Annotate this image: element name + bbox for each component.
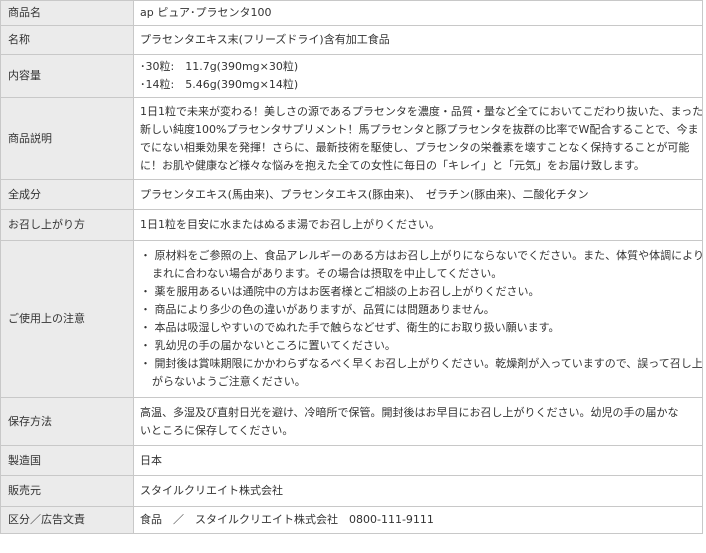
- value-how-to-take: 1日1粒を目安に水またはぬるま湯でお召し上がりください。: [133, 209, 703, 241]
- precaution-line: ・ 原材料をご参照の上、食品アレルギーのある方はお召し上がりにならないでください…: [140, 249, 703, 262]
- precaution-line: ・ 商品により多少の色の違いがありますが、品質には問題ありません。: [140, 303, 495, 316]
- value-country: 日本: [133, 445, 703, 476]
- description-line: でにない相乗効果を発揮！さらに、最新技術を駆使し、プラセンタの栄養素を壊すことな…: [140, 140, 690, 154]
- label-precautions: ご使用上の注意: [0, 240, 134, 398]
- precaution-continuation: がらないようご注意ください。: [152, 375, 306, 388]
- precaution-item: ・ 開封後は賞味期限にかかわらずなるべく早くお召し上がりください。乾燥剤が入って…: [140, 355, 703, 391]
- description-line: 新しい純度100%プラセンタサプリメント！馬プラセンタと豚プラセンタを抜群の比率…: [140, 122, 699, 136]
- row-country: 製造国 日本: [0, 445, 703, 476]
- label-advertiser: 区分／広告文責: [0, 506, 134, 534]
- row-seller: 販売元 スタイルクリエイト株式会社: [0, 475, 703, 507]
- row-precautions: ご使用上の注意 ・ 原材料をご参照の上、食品アレルギーのある方はお召し上がりにな…: [0, 240, 703, 398]
- label-storage: 保存方法: [0, 397, 134, 446]
- description-line: に！お肌や健康など様々な悩みを抱えた全ての女性に毎日の「キレイ」と「元気」をお届…: [140, 158, 645, 172]
- row-how-to-take: お召し上がり方 1日1粒を目安に水またはぬるま湯でお召し上がりください。: [0, 209, 703, 241]
- storage-line: 高温、多湿及び直射日光を避け、冷暗所で保管。開封後はお早目にお召し上がりください…: [140, 405, 679, 419]
- precaution-item: ・ 原材料をご参照の上、食品アレルギーのある方はお召し上がりにならないでください…: [140, 247, 703, 283]
- row-category: 名称 プラセンタエキス末(フリーズドライ)含有加工食品: [0, 25, 703, 55]
- precautions-list: ・ 原材料をご参照の上、食品アレルギーのある方はお召し上がりにならないでください…: [140, 247, 703, 391]
- value-storage: 高温、多湿及び直射日光を避け、冷暗所で保管。開封後はお早目にお召し上がりください…: [133, 397, 703, 446]
- label-seller: 販売元: [0, 475, 134, 507]
- row-product-name: 商品名 ap ピュア･プラセンタ100: [0, 0, 703, 26]
- label-country: 製造国: [0, 445, 134, 476]
- value-description: 1日1粒で未来が変わる！美しさの源であるプラセンタを濃度・品質・量など全てにおい…: [133, 97, 703, 180]
- value-product-name: ap ピュア･プラセンタ100: [133, 0, 703, 26]
- precaution-continuation: まれに合わない場合があります。その場合は摂取を中止してください。: [152, 267, 503, 280]
- precaution-line: ・ 乳幼児の手の届かないところに置いてください。: [140, 339, 396, 352]
- row-ingredients: 全成分 プラセンタエキス(馬由来)、プラセンタエキス(豚由来)、 ゼラチン(豚由…: [0, 179, 703, 210]
- label-how-to-take: お召し上がり方: [0, 209, 134, 241]
- label-ingredients: 全成分: [0, 179, 134, 210]
- label-contents: 内容量: [0, 54, 134, 98]
- precaution-item: ・ 商品により多少の色の違いがありますが、品質には問題ありません。: [140, 301, 696, 319]
- value-advertiser: 食品 ／ スタイルクリエイト株式会社 0800-111-9111: [133, 506, 703, 534]
- storage-line: いところに保存してください。: [140, 423, 294, 437]
- label-description: 商品説明: [0, 97, 134, 180]
- contents-line: ･30粒: 11.7g(390mg×30粒): [140, 60, 299, 73]
- precaution-line: ・ 本品は吸湿しやすいのでぬれた手で触らなどせず、衛生的にお取り扱い願います。: [140, 321, 560, 334]
- value-ingredients: プラセンタエキス(馬由来)、プラセンタエキス(豚由来)、 ゼラチン(豚由来)、二…: [133, 179, 703, 210]
- product-spec-table: 商品名 ap ピュア･プラセンタ100 名称 プラセンタエキス末(フリーズドライ…: [0, 0, 703, 534]
- label-category: 名称: [0, 25, 134, 55]
- value-category: プラセンタエキス末(フリーズドライ)含有加工食品: [133, 25, 703, 55]
- contents-line: ･14粒: 5.46g(390mg×14粒): [140, 78, 299, 91]
- value-contents: ･30粒: 11.7g(390mg×30粒) ･14粒: 5.46g(390mg…: [133, 54, 703, 98]
- label-product-name: 商品名: [0, 0, 134, 26]
- precaution-item: ・ 本品は吸湿しやすいのでぬれた手で触らなどせず、衛生的にお取り扱い願います。: [140, 319, 696, 337]
- row-description: 商品説明 1日1粒で未来が変わる！美しさの源であるプラセンタを濃度・品質・量など…: [0, 97, 703, 180]
- precaution-item: ・ 薬を服用あるいは通院中の方はお医者様とご相談の上お召し上がりください。: [140, 283, 696, 301]
- value-precautions: ・ 原材料をご参照の上、食品アレルギーのある方はお召し上がりにならないでください…: [133, 240, 703, 398]
- row-advertiser: 区分／広告文責 食品 ／ スタイルクリエイト株式会社 0800-111-9111: [0, 506, 703, 534]
- precaution-line: ・ 開封後は賞味期限にかかわらずなるべく早くお召し上がりください。乾燥剤が入って…: [140, 357, 703, 370]
- value-seller: スタイルクリエイト株式会社: [133, 475, 703, 507]
- row-contents: 内容量 ･30粒: 11.7g(390mg×30粒) ･14粒: 5.46g(3…: [0, 54, 703, 98]
- precaution-line: ・ 薬を服用あるいは通院中の方はお医者様とご相談の上お召し上がりください。: [140, 285, 540, 298]
- precaution-item: ・ 乳幼児の手の届かないところに置いてください。: [140, 337, 696, 355]
- description-line: 1日1粒で未来が変わる！美しさの源であるプラセンタを濃度・品質・量など全てにおい…: [140, 104, 703, 118]
- row-storage: 保存方法 高温、多湿及び直射日光を避け、冷暗所で保管。開封後はお早目にお召し上が…: [0, 397, 703, 446]
